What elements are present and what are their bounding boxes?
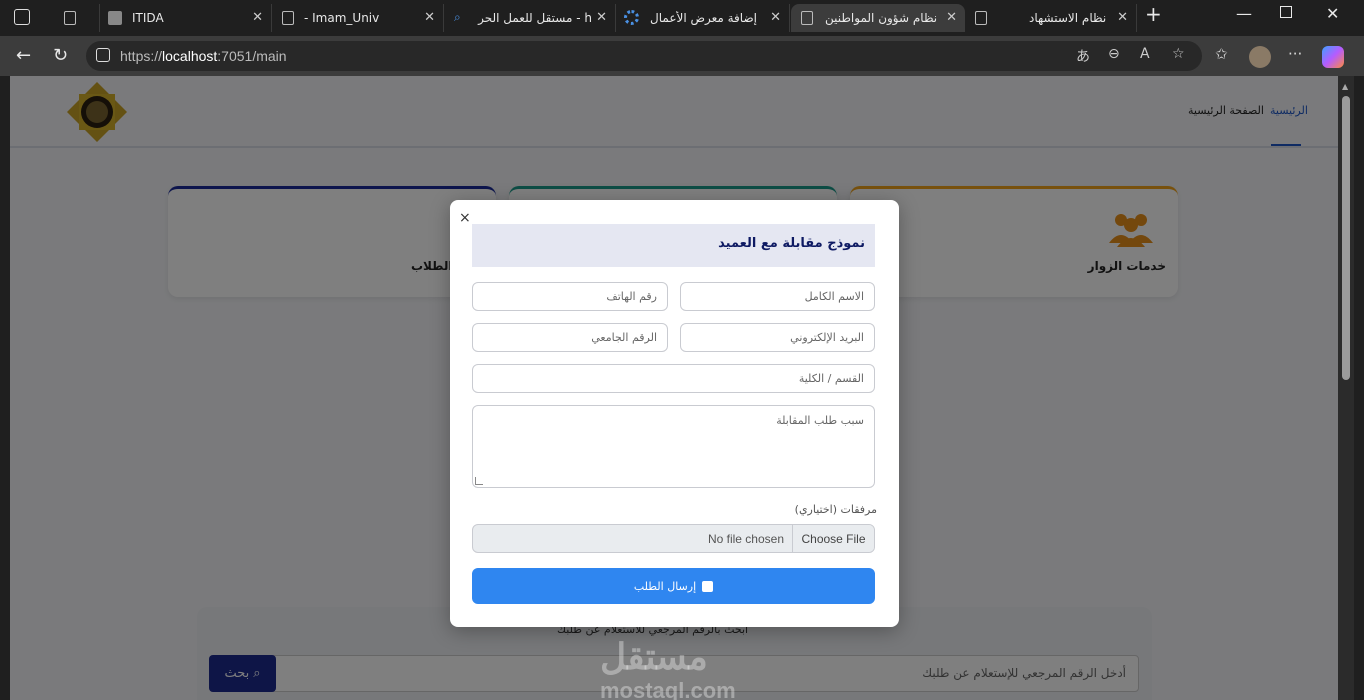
modal-title: نموذج مقابلة مع العميد (718, 236, 865, 251)
close-tab-icon[interactable]: ✕ (596, 10, 607, 25)
close-window-icon[interactable]: ✕ (1326, 4, 1339, 23)
tab-title: نظام شؤون المواطنين (825, 11, 938, 25)
resize-handle-icon[interactable] (475, 477, 483, 485)
zoom-icon[interactable]: ⊖ (1108, 46, 1120, 62)
tab-title: مستقل للعمل الحر - h (478, 11, 592, 25)
tab-imam-univ[interactable]: - Imam_Univ ✕ (272, 4, 444, 32)
url-path: :7051/main (217, 48, 287, 64)
full-name-field[interactable]: الاسم الكامل (680, 282, 875, 311)
tab-portfolio[interactable]: إضافة معرض الأعمال ✕ (616, 4, 790, 32)
page-icon (801, 11, 813, 25)
tab-itida[interactable]: ITIDA ✕ (100, 4, 272, 32)
attachments-label: مرفقات (اختياري) (794, 503, 877, 516)
university-id-field[interactable]: الرقم الجامعي (472, 323, 668, 352)
calendar-icon (702, 580, 714, 592)
scroll-up-icon[interactable]: ▲ (1342, 82, 1348, 91)
department-field[interactable]: القسم / الكلية (472, 364, 875, 393)
url-prefix: https:// (120, 48, 163, 64)
phone-field[interactable]: رقم الهاتف (472, 282, 668, 311)
email-field[interactable]: البريد الإلكتروني (680, 323, 875, 352)
more-menu-icon[interactable]: ··· (1288, 45, 1302, 63)
site-icon (624, 10, 639, 25)
placeholder: القسم / الكلية (798, 372, 864, 385)
url-host: localhost (162, 48, 218, 64)
scrollbar-thumb[interactable] (1342, 96, 1350, 380)
watermark-domain: mostaql.com (600, 678, 736, 700)
tab-citation-system[interactable]: نظام الاستشهاد ✕ (965, 4, 1137, 32)
browser-tab-bar: ITIDA ✕ - Imam_Univ ✕ ⌕ مستقل للعمل الحر… (0, 0, 1364, 36)
tab-citizens-system[interactable]: نظام شؤون المواطنين ✕ (791, 4, 965, 32)
placeholder: الاسم الكامل (804, 290, 864, 303)
submit-label: إرسال الطلب (633, 579, 697, 593)
close-tab-icon[interactable]: ✕ (424, 10, 435, 25)
translate-icon[interactable]: あ (1076, 46, 1090, 66)
attachment-file-input[interactable]: Choose File No file chosen (472, 524, 875, 553)
page-icon (975, 11, 987, 25)
close-tab-icon[interactable]: ✕ (1117, 10, 1128, 25)
minimize-icon[interactable]: — (1236, 4, 1252, 23)
close-icon[interactable]: × (459, 210, 471, 226)
page-icon (282, 11, 294, 25)
address-bar: ← ↻ https://localhost:7051/main あ ⊖ A ☆ … (0, 36, 1364, 76)
choose-file-button[interactable]: Choose File (792, 525, 874, 552)
page-viewport: الرئيسية الصفحة الرئيسية خدمات الزوار ال… (10, 76, 1338, 700)
favorites-icon[interactable]: ✩ (1215, 45, 1228, 63)
site-info-icon[interactable] (96, 48, 110, 62)
site-icon (108, 11, 122, 25)
favorite-star-icon[interactable]: ☆ (1172, 46, 1185, 62)
search-icon: ⌕ (454, 10, 461, 24)
close-tab-icon[interactable]: ✕ (252, 10, 263, 25)
avatar[interactable] (1249, 46, 1271, 68)
tab-mostaql[interactable]: ⌕ مستقل للعمل الحر - h ✕ (444, 4, 616, 32)
back-icon[interactable]: ← (16, 45, 31, 66)
close-tab-icon[interactable]: ✕ (946, 10, 957, 25)
page-scrollbar[interactable]: ▲ (1338, 76, 1354, 700)
maximize-icon[interactable] (1280, 6, 1292, 18)
placeholder: سبب طلب المقابلة (776, 414, 864, 427)
page-icon (64, 11, 76, 25)
modal-header: نموذج مقابلة مع العميد (472, 224, 875, 267)
watermark-arabic: مستقل (600, 636, 708, 677)
url-text: https://localhost:7051/main (120, 48, 287, 64)
tab-title: نظام الاستشهاد (1029, 11, 1107, 25)
mostaql-watermark: مستقل mostaql.com (600, 636, 736, 700)
tab-title: - Imam_Univ (304, 11, 380, 25)
dean-interview-modal: × نموذج مقابلة مع العميد الاسم الكامل رق… (450, 200, 899, 627)
tab-title: إضافة معرض الأعمال (650, 11, 757, 25)
read-aloud-icon[interactable]: A (1140, 46, 1150, 62)
close-tab-icon[interactable]: ✕ (770, 10, 781, 25)
no-file-text: No file chosen (707, 532, 784, 546)
tab-title: ITIDA (132, 11, 164, 25)
placeholder: البريد الإلكتروني (790, 331, 864, 344)
tab-actions-icon[interactable] (14, 9, 30, 25)
refresh-icon[interactable]: ↻ (53, 45, 68, 66)
placeholder: الرقم الجامعي (591, 331, 657, 344)
copilot-icon[interactable] (1322, 46, 1344, 68)
url-field[interactable]: https://localhost:7051/main あ ⊖ A ☆ (86, 41, 1202, 71)
tab-blank[interactable] (54, 4, 100, 32)
submit-request-button[interactable]: إرسال الطلب (472, 568, 875, 604)
reason-textarea[interactable]: سبب طلب المقابلة (472, 405, 875, 488)
new-tab-icon[interactable]: + (1145, 2, 1162, 26)
placeholder: رقم الهاتف (606, 290, 657, 303)
